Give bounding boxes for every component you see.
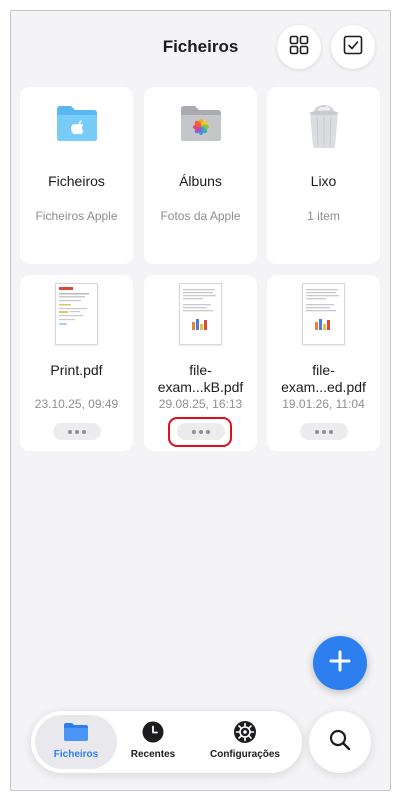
more-options-button[interactable]: [300, 423, 348, 440]
location-card-ficheiros[interactable]: Ficheiros Ficheiros Apple: [20, 87, 133, 264]
tab-label: Recentes: [130, 749, 176, 760]
photos-folder-icon: [178, 103, 224, 149]
plus-icon: [329, 650, 351, 677]
file-card-exam-ed[interactable]: file-exam...ed.pdf 19.01.26, 11:04: [267, 275, 380, 451]
file-card-print[interactable]: Print.pdf 23.10.25, 09:49: [20, 275, 133, 451]
checkbox-icon: [343, 35, 363, 60]
tab-label: Ficheiros: [53, 749, 99, 760]
location-name: Álbuns: [179, 173, 222, 189]
location-card-albuns[interactable]: Álbuns Fotos da Apple: [144, 87, 257, 264]
file-date: 23.10.25, 09:49: [34, 397, 119, 411]
add-button[interactable]: [313, 636, 367, 690]
file-name: file-exam...ed.pdf: [281, 362, 366, 395]
pdf-thumbnail: [55, 283, 98, 345]
app-window: Ficheiros Ficheiros Ficheiros Apple Álbu…: [10, 10, 391, 791]
select-button[interactable]: [331, 25, 375, 69]
grid-icon: [289, 35, 309, 60]
search-icon: [328, 728, 352, 757]
file-name: file-exam...kB.pdf: [157, 362, 244, 395]
folder-icon: [63, 722, 89, 747]
location-subtitle: 1 item: [307, 209, 340, 223]
clock-icon: [142, 721, 164, 748]
tab-configuracoes[interactable]: Configurações: [197, 715, 293, 769]
tab-recentes[interactable]: Recentes: [123, 715, 183, 769]
location-subtitle: Fotos da Apple: [160, 209, 241, 223]
more-options-button[interactable]: [53, 423, 101, 440]
location-subtitle: Ficheiros Apple: [35, 209, 118, 223]
tab-ficheiros[interactable]: Ficheiros: [35, 715, 117, 769]
file-name: Print.pdf: [50, 362, 103, 378]
highlight-marker: [168, 417, 232, 447]
view-mode-button[interactable]: [277, 25, 321, 69]
folder-apple-icon: [54, 103, 100, 149]
header: Ficheiros: [11, 11, 390, 81]
file-date: 19.01.26, 11:04: [282, 397, 365, 411]
location-card-lixo[interactable]: Lixo 1 item: [267, 87, 380, 264]
ellipsis-icon: [315, 429, 319, 434]
location-name: Lixo: [310, 173, 337, 189]
tab-label: Configurações: [209, 749, 280, 760]
pdf-thumbnail: [179, 283, 222, 345]
tab-bar: Ficheiros Recentes Configurações: [31, 711, 302, 773]
trash-bin-icon: [307, 103, 341, 149]
search-button[interactable]: [309, 711, 371, 773]
pdf-thumbnail: [302, 283, 345, 345]
location-name: Ficheiros: [48, 173, 105, 189]
ellipsis-icon: [68, 429, 72, 434]
gear-icon: [233, 720, 257, 749]
file-date: 29.08.25, 16:13: [158, 397, 243, 411]
